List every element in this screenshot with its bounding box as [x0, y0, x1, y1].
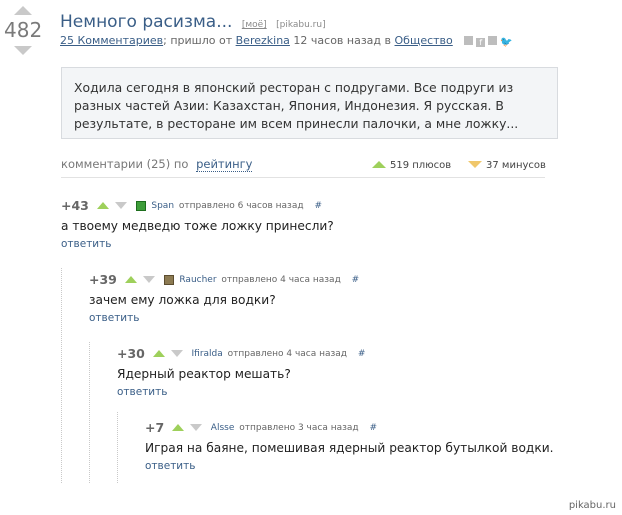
comment-time: отправлено 6 часов назад [178, 200, 304, 211]
comment-downvote-icon[interactable] [189, 424, 202, 431]
meta-from-label: ; пришло от [163, 34, 233, 47]
reply-button[interactable]: ответить [145, 460, 554, 472]
post-vote-box: 482 [4, 6, 42, 55]
twitter-icon[interactable]: 🐦 [500, 38, 512, 48]
comment-downvote-icon[interactable] [142, 276, 155, 283]
comment-downvote-icon[interactable] [170, 350, 183, 357]
reply-button[interactable]: ответить [89, 312, 359, 324]
thread-line-2 [89, 342, 90, 483]
comment-author[interactable]: Span [151, 201, 174, 211]
downvote-arrow-icon[interactable] [14, 46, 32, 55]
upvote-arrow-icon[interactable] [14, 6, 32, 15]
vk-icon[interactable] [488, 36, 498, 45]
post-rating: 482 [4, 18, 43, 42]
mine-tag[interactable]: [моё] [242, 20, 267, 30]
reply-button[interactable]: ответить [117, 386, 365, 398]
source-domain: [pikabu.ru] [276, 20, 326, 30]
comment-text: Играя на баяне, помешивая ядерный реакто… [145, 441, 554, 455]
comment-score: +39 [89, 272, 117, 287]
comment-text: а твоему медведю тоже ложку принесли? [61, 219, 334, 233]
thread-line-1 [61, 268, 62, 483]
comment-time: отправлено 4 часа назад [221, 274, 341, 285]
comment-score: +30 [117, 346, 145, 361]
comments-count-link[interactable]: 25 Комментариев [60, 34, 163, 47]
comment-upvote-icon[interactable] [172, 424, 185, 431]
community-link[interactable]: Общество [395, 34, 453, 47]
comment-score: +7 [145, 420, 165, 435]
comment: +7 Alsse отправлено 3 часа назад # Играя… [145, 420, 554, 472]
meta-time: 12 часов назад в [293, 34, 392, 47]
divider [61, 177, 545, 178]
comment-upvote-icon[interactable] [124, 276, 137, 283]
comment-upvote-icon[interactable] [96, 202, 109, 209]
comment-author[interactable]: Raucher [179, 275, 216, 285]
comment-author[interactable]: Alsse [211, 423, 235, 433]
comment-time: отправлено 4 часа назад [227, 348, 348, 359]
comment-permalink[interactable]: # [358, 349, 366, 359]
avatar [163, 274, 174, 285]
minus-triangle-icon [468, 161, 482, 168]
plus-triangle-icon [372, 161, 386, 168]
comment-text: зачем ему ложка для водки? [89, 293, 276, 307]
comment-permalink[interactable]: # [314, 201, 322, 211]
comment-permalink[interactable]: # [370, 423, 378, 433]
comment-permalink[interactable]: # [352, 275, 360, 285]
comment-time: отправлено 3 часа назад [239, 422, 359, 433]
comment: +30 Ifiralda отправлено 4 часа назад # Я… [117, 346, 365, 398]
reply-button[interactable]: ответить [61, 238, 334, 250]
post-title-row: Немного расизма... [моё] [pikabu.ru] [60, 12, 326, 32]
post-author-link[interactable]: Berezkina [236, 34, 290, 47]
watermark: pikabu.ru [568, 500, 616, 511]
facebook-icon[interactable]: f [476, 38, 486, 47]
minus-count: 37 минусов [486, 160, 546, 171]
avatar [135, 200, 146, 211]
sort-by-rating[interactable]: рейтингу [196, 157, 253, 172]
comment-text: Ядерный реактор мешать? [117, 367, 291, 381]
thread-line-3 [117, 412, 118, 483]
comment: +39 Raucher отправлено 4 часа назад # за… [89, 272, 359, 324]
post-title[interactable]: Немного расизма... [60, 12, 232, 32]
minus-stat: 37 минусов [468, 160, 546, 171]
comment: +43 Span отправлено 6 часов назад # а тв… [61, 198, 334, 250]
comment-downvote-icon[interactable] [114, 202, 127, 209]
comment-upvote-icon[interactable] [152, 350, 165, 357]
comment-author[interactable]: Ifiralda [192, 349, 223, 359]
post-meta: 25 Комментариев; пришло от Berezkina 12 … [60, 34, 513, 48]
share-icon[interactable] [464, 36, 474, 45]
plus-stat: 519 плюсов [372, 160, 451, 171]
plus-count: 519 плюсов [390, 160, 452, 171]
comment-score: +43 [61, 198, 89, 213]
post-story: Ходила сегодня в японский ресторан с под… [61, 67, 558, 139]
comments-label: комментарии (25) по [61, 157, 189, 171]
